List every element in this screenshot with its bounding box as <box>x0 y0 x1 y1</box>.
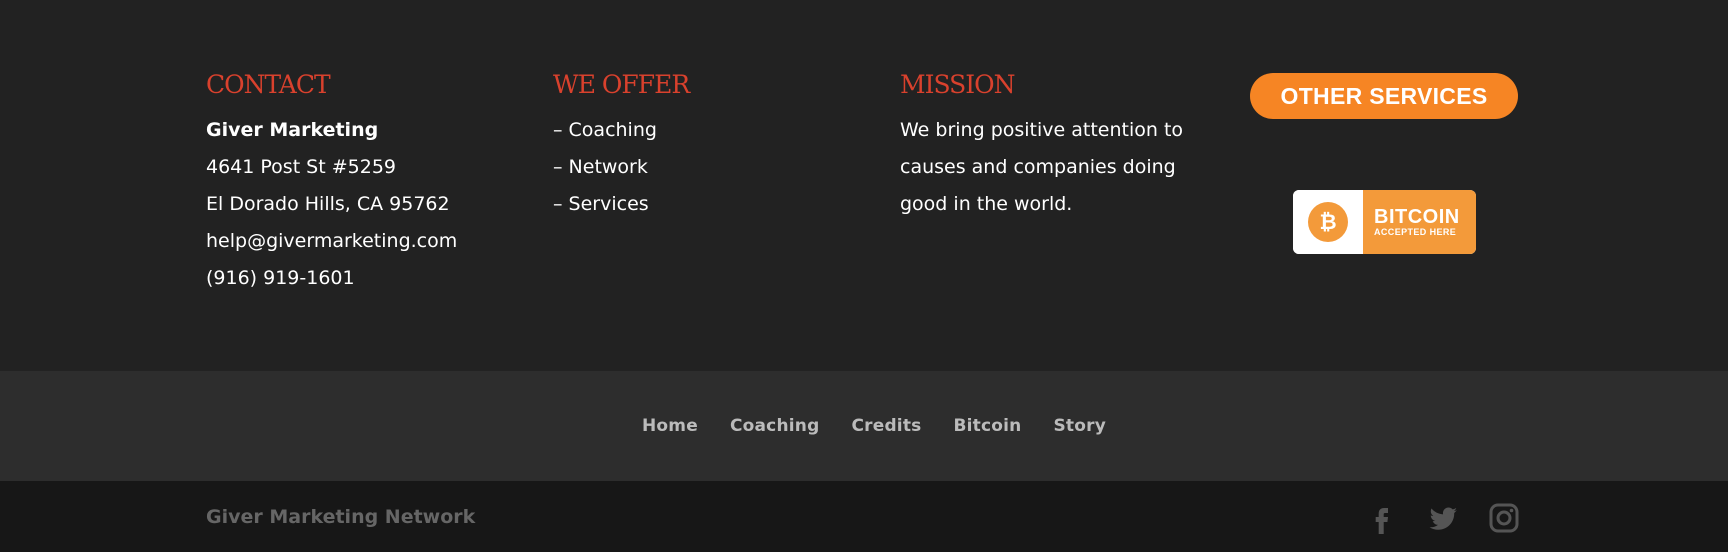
footer-credit: Giver Marketing Network <box>206 506 476 528</box>
bitcoin-icon: ₿ <box>1308 202 1348 242</box>
phone-text: (916) 919-1601 <box>206 267 355 289</box>
facebook-link[interactable] <box>1365 501 1399 535</box>
contact-column: CONTACT Giver Marketing 4641 Post St #52… <box>206 70 506 297</box>
twitter-icon <box>1429 507 1457 530</box>
email-text: help@givermarketing.com <box>206 230 458 252</box>
contact-heading: CONTACT <box>206 70 331 99</box>
footer-nav: Home Coaching Credits Bitcoin Story <box>0 371 1728 481</box>
instagram-icon <box>1489 503 1519 533</box>
offer-item-services: – Services <box>553 193 649 215</box>
mission-column: MISSION We bring positive attention to c… <box>900 70 1200 223</box>
offer-column: WE OFFER – Coaching – Network – Services <box>553 70 853 223</box>
nav-link-bitcoin[interactable]: Bitcoin <box>953 416 1021 436</box>
bitcoin-badge-text: BITCOIN ACCEPTED HERE <box>1363 190 1476 254</box>
nav-link-coaching[interactable]: Coaching <box>730 416 820 436</box>
address-line-2: El Dorado Hills, CA 95762 <box>206 193 450 215</box>
social-links <box>1365 501 1521 535</box>
other-services-button[interactable]: OTHER SERVICES <box>1250 73 1518 119</box>
mission-text: We bring positive attention to causes an… <box>900 119 1184 215</box>
bitcoin-logo: ₿ <box>1293 190 1363 254</box>
offer-heading: WE OFFER <box>553 70 690 99</box>
nav-link-home[interactable]: Home <box>642 416 698 436</box>
company-name: Giver Marketing <box>206 119 379 141</box>
nav-link-story[interactable]: Story <box>1053 416 1106 436</box>
nav-link-credits[interactable]: Credits <box>851 416 921 436</box>
footer-nav-bar: Home Coaching Credits Bitcoin Story <box>0 371 1728 481</box>
address-line-1: 4641 Post St #5259 <box>206 156 397 178</box>
facebook-icon <box>1375 508 1388 534</box>
mission-heading: MISSION <box>900 70 1016 99</box>
bitcoin-badge-title: BITCOIN <box>1374 205 1460 228</box>
bottom-bar: Giver Marketing Network <box>0 481 1728 552</box>
offer-item-coaching: – Coaching <box>553 119 657 141</box>
bitcoin-badge-subtitle: ACCEPTED HERE <box>1374 226 1457 237</box>
offer-item-network: – Network <box>553 156 648 178</box>
svg-text:₿: ₿ <box>1319 210 1336 234</box>
bitcoin-accepted-badge: ₿ BITCOIN ACCEPTED HERE <box>1293 190 1476 254</box>
footer-widgets: CONTACT Giver Marketing 4641 Post St #52… <box>0 0 1728 371</box>
twitter-link[interactable] <box>1426 501 1460 535</box>
instagram-link[interactable] <box>1487 501 1521 535</box>
